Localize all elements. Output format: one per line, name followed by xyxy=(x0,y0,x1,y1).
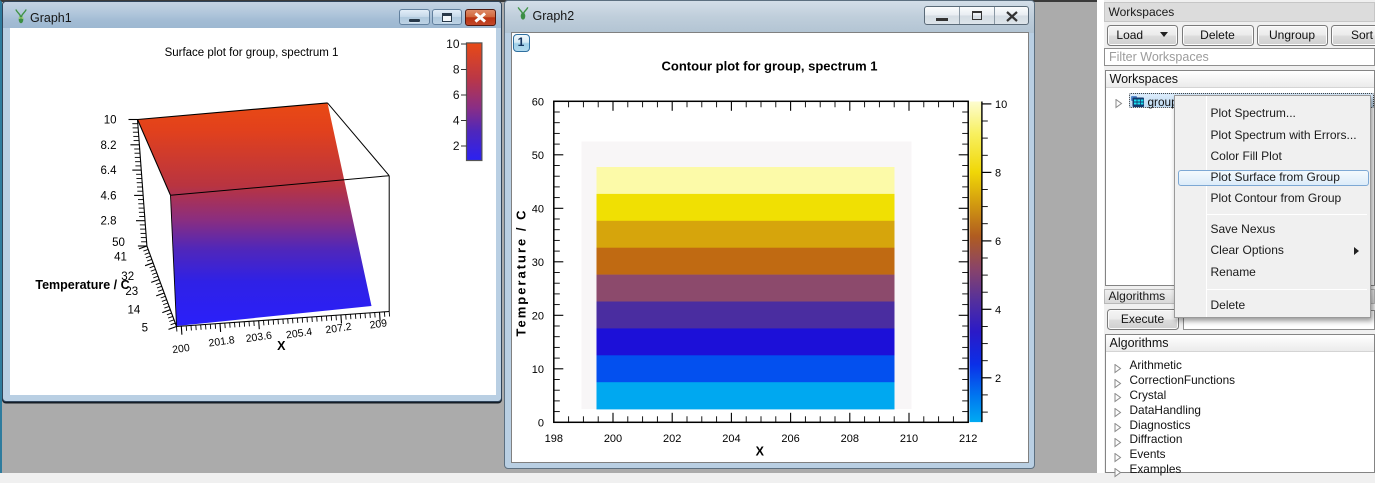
svg-text:204: 204 xyxy=(722,433,740,445)
svg-text:206: 206 xyxy=(781,433,799,445)
svg-text:Surface plot for group, spectr: Surface plot for group, spectrum 1 xyxy=(164,47,338,59)
svg-text:202: 202 xyxy=(663,433,681,445)
svg-text:8.2: 8.2 xyxy=(100,139,116,151)
svg-text:2.8: 2.8 xyxy=(100,215,116,227)
svg-text:10: 10 xyxy=(103,114,116,126)
svg-text:14: 14 xyxy=(127,304,140,316)
svg-text:4.6: 4.6 xyxy=(100,190,116,202)
svg-text:210: 210 xyxy=(899,433,917,445)
svg-text:5: 5 xyxy=(141,322,147,334)
svg-text:10: 10 xyxy=(446,37,460,51)
svg-text:212: 212 xyxy=(959,433,977,445)
svg-text:4: 4 xyxy=(452,113,459,127)
svg-text:6: 6 xyxy=(995,235,1001,247)
svg-text:Temperature / C: Temperature / C xyxy=(35,278,129,292)
svg-text:20: 20 xyxy=(531,310,543,322)
svg-text:200: 200 xyxy=(171,341,190,355)
svg-text:50: 50 xyxy=(112,236,125,248)
svg-text:201.8: 201.8 xyxy=(207,334,235,350)
svg-text:10: 10 xyxy=(995,98,1007,110)
svg-text:60: 60 xyxy=(531,96,543,108)
svg-text:203.6: 203.6 xyxy=(244,329,272,345)
svg-text:0: 0 xyxy=(537,417,543,429)
svg-text:207.2: 207.2 xyxy=(324,320,352,336)
svg-text:40: 40 xyxy=(531,203,543,215)
svg-text:205.4: 205.4 xyxy=(285,325,313,341)
svg-text:2: 2 xyxy=(995,372,1001,384)
svg-text:209: 209 xyxy=(368,317,387,331)
svg-text:X: X xyxy=(277,339,286,353)
svg-text:6.4: 6.4 xyxy=(100,165,117,177)
svg-text:6: 6 xyxy=(452,88,459,102)
svg-text:198: 198 xyxy=(544,433,562,445)
svg-text:4: 4 xyxy=(995,304,1001,316)
svg-text:8: 8 xyxy=(452,62,459,76)
svg-text:50: 50 xyxy=(531,149,543,161)
svg-text:2: 2 xyxy=(452,139,459,153)
svg-text:8: 8 xyxy=(995,167,1001,179)
svg-text:30: 30 xyxy=(531,256,543,268)
svg-text:Temperature / C: Temperature / C xyxy=(513,208,528,336)
svg-text:Contour plot for group, spectr: Contour plot for group, spectrum 1 xyxy=(661,58,877,73)
svg-text:208: 208 xyxy=(840,433,858,445)
svg-text:41: 41 xyxy=(114,251,127,263)
svg-text:200: 200 xyxy=(603,433,621,445)
svg-text:10: 10 xyxy=(531,363,543,375)
svg-text:X: X xyxy=(755,444,764,458)
